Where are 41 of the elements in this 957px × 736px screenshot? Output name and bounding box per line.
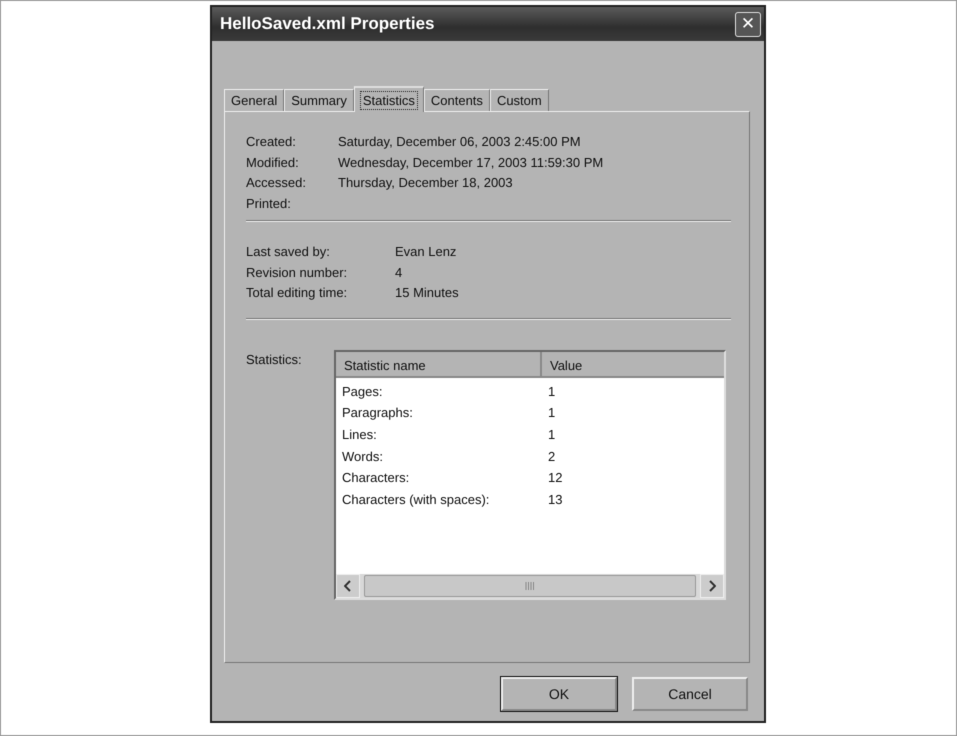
statistics-label: Statistics: (246, 350, 303, 368)
field-value: Evan Lenz (395, 243, 458, 261)
field-value: 15 Minutes (395, 284, 460, 302)
tab[interactable]: General (224, 89, 284, 111)
table-cell-text: Lines: (341, 426, 378, 444)
table-cell-text: Paragraphs: (341, 404, 414, 422)
field-label: Accessed: (246, 174, 307, 192)
table-cell-text: Characters (with spaces): (341, 491, 490, 510)
field-label: Last saved by: (246, 243, 331, 261)
table-cell-text: Pages: (341, 382, 384, 401)
field-label: Revision number: (246, 264, 348, 282)
dialog-button[interactable]: OK (501, 677, 617, 711)
tab[interactable]: Custom (490, 89, 549, 111)
tab[interactable]: Contents (424, 89, 490, 111)
dialog-button[interactable]: Cancel (632, 677, 748, 711)
scroll-left-icon[interactable] (336, 574, 360, 598)
table-cell-text: 1 (547, 382, 556, 400)
tab[interactable]: Summary (284, 89, 354, 111)
field-label: Created: (246, 133, 297, 151)
table-cell-text: 13 (547, 491, 562, 510)
close-button[interactable]: ✕ (735, 12, 761, 36)
column-header[interactable]: Statistic name (336, 352, 542, 378)
column-header[interactable]: Value (542, 352, 724, 378)
horizontal-scrollbar[interactable] (336, 574, 724, 598)
field-label: Modified: (246, 154, 300, 172)
table-cell-text: Words: (341, 448, 384, 466)
field-value: Thursday, December 18, 2003 (338, 174, 514, 192)
table-cell-text: 2 (547, 448, 556, 466)
scroll-thumb[interactable] (364, 574, 696, 596)
table-cell-text: Characters: (341, 469, 410, 488)
field-value: 4 (395, 264, 404, 282)
field-label: Total editing time: (246, 284, 348, 302)
tab[interactable]: Statistics (354, 86, 424, 112)
scroll-right-icon[interactable] (700, 574, 724, 598)
table-cell-text: 12 (547, 469, 562, 488)
table-cell-text: 1 (547, 404, 556, 422)
field-label: Printed: (246, 194, 292, 212)
window-title: HelloSaved.xml Properties (220, 14, 434, 34)
field-value: Wednesday, December 17, 2003 11:59:30 PM (338, 154, 604, 172)
field-value: Saturday, December 06, 2003 2:45:00 PM (338, 133, 582, 151)
table-cell-text: 1 (547, 426, 556, 444)
